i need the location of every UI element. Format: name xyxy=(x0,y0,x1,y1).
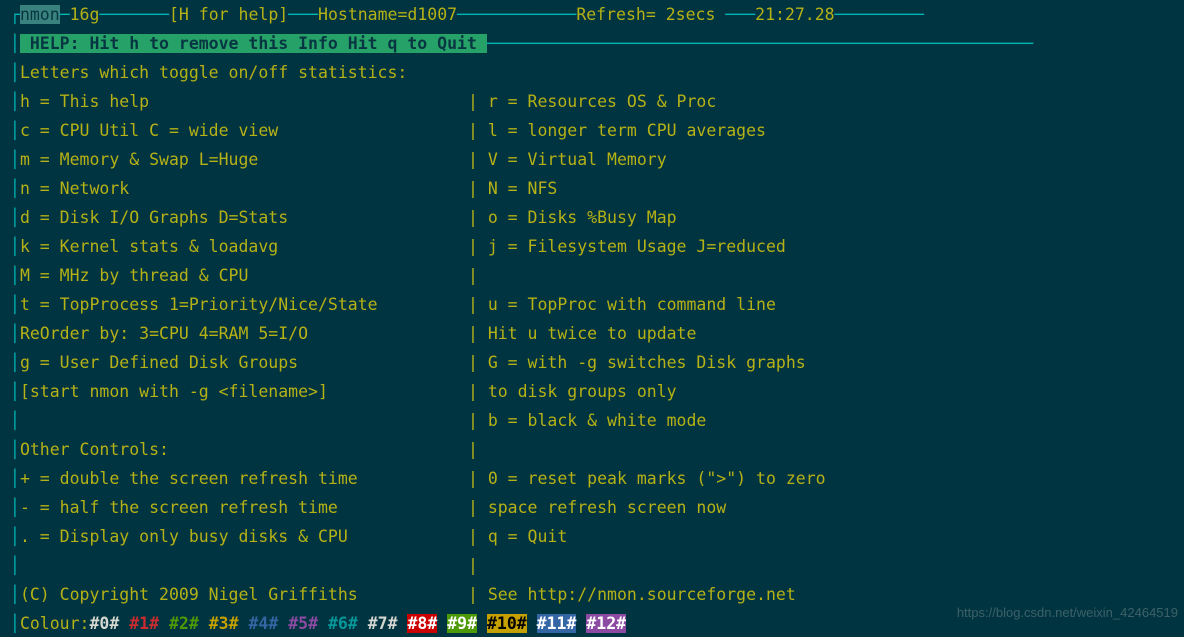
help-row: │ ReOrder by: 3=CPU 4=RAM 5=I/O| Hit u t… xyxy=(0,319,1184,348)
help-hint: [H for help] xyxy=(169,5,288,24)
help-bar-row: │ HELP: Hit h to remove this Info Hit q … xyxy=(0,29,1184,58)
colour-0: #0# xyxy=(89,614,119,633)
right-cell: N = NFS xyxy=(488,174,558,203)
separator-pipe: | xyxy=(468,92,488,111)
separator-pipe: | xyxy=(468,411,488,430)
separator-pipe: | xyxy=(468,440,488,459)
left-cell: + = double the screen refresh time xyxy=(20,464,468,493)
colour-8: #8# xyxy=(407,614,437,633)
left-cell: k = Kernel stats & loadavg xyxy=(20,232,468,261)
left-cell: (C) Copyright 2009 Nigel Griffiths xyxy=(20,580,468,609)
help-row: │- = half the screen refresh time| space… xyxy=(0,493,1184,522)
left-cell: M = MHz by thread & CPU xyxy=(20,261,468,290)
right-cell: Hit u twice to update xyxy=(488,319,697,348)
help-row: │| b = black & white mode xyxy=(0,406,1184,435)
left-cell: - = half the screen refresh time xyxy=(20,493,468,522)
header-line: ┌nmon─16g───────[H for help]───Hostname=… xyxy=(0,0,1184,29)
separator-pipe: | xyxy=(468,150,488,169)
right-cell: r = Resources OS & Proc xyxy=(488,87,716,116)
separator-pipe: | xyxy=(468,208,488,227)
help-row: │Other Controls:| xyxy=(0,435,1184,464)
right-cell: j = Filesystem Usage J=reduced xyxy=(488,232,786,261)
colour-6: #6# xyxy=(328,614,358,633)
left-cell: Other Controls: xyxy=(20,435,468,464)
left-cell: t = TopProcess 1=Priority/Nice/State xyxy=(20,290,468,319)
help-row: │g = User Defined Disk Groups| G = with … xyxy=(0,348,1184,377)
prog-name: nmon xyxy=(20,5,60,24)
help-bar-left: HELP: Hit h to remove this Info Hit q to… xyxy=(20,34,487,53)
separator-pipe: | xyxy=(468,498,488,517)
section-title-row: │Letters which toggle on/off statistics: xyxy=(0,58,1184,87)
right-cell: q = Quit xyxy=(488,522,567,551)
separator-pipe: | xyxy=(468,469,488,488)
separator-pipe: | xyxy=(468,353,488,372)
separator-pipe: | xyxy=(468,556,488,575)
separator-pipe: | xyxy=(468,266,488,285)
help-row: │h = This help| r = Resources OS & Proc xyxy=(0,87,1184,116)
separator-pipe: | xyxy=(468,527,488,546)
section-title: Letters which toggle on/off statistics: xyxy=(20,63,407,82)
separator-pipe: | xyxy=(468,121,488,140)
separator-pipe: | xyxy=(468,382,488,401)
colour-10: #10# xyxy=(487,614,527,633)
right-cell: G = with -g switches Disk graphs xyxy=(488,348,806,377)
right-cell: o = Disks %Busy Map xyxy=(488,203,677,232)
help-row: │+ = double the screen refresh time| 0 =… xyxy=(0,464,1184,493)
left-cell: m = Memory & Swap L=Huge xyxy=(20,145,468,174)
version: 16g xyxy=(70,5,100,24)
help-row: │m = Memory & Swap L=Huge| V = Virtual M… xyxy=(0,145,1184,174)
colour-5: #5# xyxy=(288,614,318,633)
separator-pipe: | xyxy=(468,295,488,314)
colour-4: #4# xyxy=(248,614,278,633)
help-row: │| xyxy=(0,551,1184,580)
separator-pipe: | xyxy=(468,179,488,198)
help-row: │t = TopProcess 1=Priority/Nice/State| u… xyxy=(0,290,1184,319)
host-label: Hostname= xyxy=(318,5,407,24)
colour-1: #1# xyxy=(129,614,159,633)
help-row: │d = Disk I/O Graphs D=Stats| o = Disks … xyxy=(0,203,1184,232)
left-cell: d = Disk I/O Graphs D=Stats xyxy=(20,203,468,232)
help-row: │M = MHz by thread & CPU| xyxy=(0,261,1184,290)
help-row: │n = Network| N = NFS xyxy=(0,174,1184,203)
refresh: 2secs xyxy=(666,5,716,24)
colour-2: #2# xyxy=(169,614,199,633)
watermark: https://blog.csdn.net/weixin_42464519 xyxy=(957,598,1178,627)
hostname: d1007 xyxy=(407,5,457,24)
left-cell: [start nmon with -g <filename>] xyxy=(20,377,468,406)
right-cell: 0 = reset peak marks (">") to zero xyxy=(488,464,826,493)
colour-9: #9# xyxy=(447,614,477,633)
right-cell: b = black & white mode xyxy=(488,406,707,435)
left-cell: c = CPU Util C = wide view xyxy=(20,116,468,145)
colour-label: Colour: xyxy=(20,614,90,633)
left-cell: . = Display only busy disks & CPU xyxy=(20,522,468,551)
refresh-label: Refresh= xyxy=(576,5,665,24)
clock: 21:27.28 xyxy=(755,5,834,24)
right-cell: V = Virtual Memory xyxy=(488,145,667,174)
help-row: │k = Kernel stats & loadavg| j = Filesys… xyxy=(0,232,1184,261)
terminal-window: ┌nmon─16g───────[H for help]───Hostname=… xyxy=(0,0,1184,637)
separator-pipe: | xyxy=(468,585,488,604)
right-cell: space refresh screen now xyxy=(488,493,726,522)
right-cell: u = TopProc with command line xyxy=(488,290,776,319)
right-cell: l = longer term CPU averages xyxy=(488,116,766,145)
colour-3: #3# xyxy=(209,614,239,633)
separator-pipe: | xyxy=(468,237,488,256)
left-cell: n = Network xyxy=(20,174,468,203)
left-cell: h = This help xyxy=(20,87,468,116)
right-cell: See http://nmon.sourceforge.net xyxy=(488,580,796,609)
help-row: │. = Display only busy disks & CPU| q = … xyxy=(0,522,1184,551)
colour-12: #12# xyxy=(586,614,626,633)
separator-pipe: | xyxy=(468,324,488,343)
colour-11: #11# xyxy=(537,614,577,633)
left-cell: g = User Defined Disk Groups xyxy=(20,348,468,377)
left-cell: ReOrder by: 3=CPU 4=RAM 5=I/O xyxy=(20,319,468,348)
help-row: │ [start nmon with -g <filename>]| to di… xyxy=(0,377,1184,406)
help-row: │c = CPU Util C = wide view| l = longer … xyxy=(0,116,1184,145)
right-cell: to disk groups only xyxy=(488,377,677,406)
colour-7: #7# xyxy=(368,614,398,633)
